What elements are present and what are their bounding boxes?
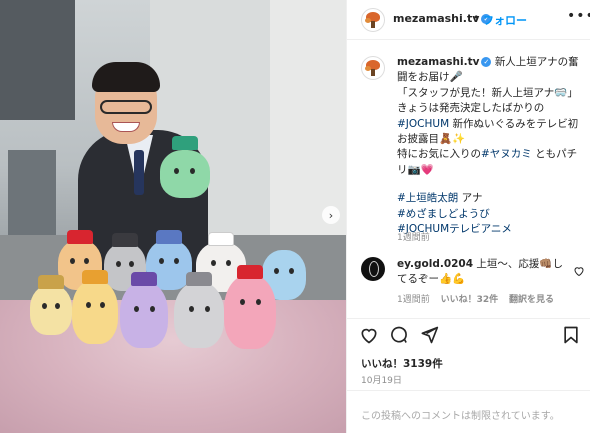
comment-meta: 1週間前 いいね！32件 翻訳を見る bbox=[397, 292, 562, 305]
person-hair bbox=[92, 62, 160, 92]
plush-blonde bbox=[72, 270, 118, 344]
chevron-right-icon: › bbox=[328, 208, 334, 222]
likes-count[interactable]: いいね！3139件 bbox=[361, 356, 443, 371]
post-header: mezamashi.tv✓ • フォロー ••• bbox=[347, 0, 590, 40]
caption-line: アナ bbox=[461, 192, 483, 205]
caption-line: きょうは発売決定したばかりの bbox=[397, 102, 545, 115]
hashtag-kamigaki[interactable]: #上垣皓太朗 bbox=[397, 192, 458, 204]
plush-pink bbox=[224, 265, 276, 349]
action-bar bbox=[347, 318, 590, 352]
building-window bbox=[8, 150, 56, 240]
commenter-avatar[interactable] bbox=[361, 257, 385, 281]
plush-silver bbox=[174, 272, 224, 348]
building-wall bbox=[270, 0, 346, 270]
see-translation-button[interactable]: 翻訳を見る bbox=[509, 295, 554, 305]
comment-text: ey.gold.0204 上垣〜、応援👊🏽してるぞー👍💪 bbox=[397, 257, 565, 287]
comment-icon[interactable] bbox=[389, 325, 409, 345]
hashtag-mezamashi[interactable]: #めざましどようび bbox=[397, 207, 583, 222]
caption-username[interactable]: mezamashi.tv ✓ bbox=[397, 56, 492, 68]
caption-line: 特にお気に入りの bbox=[397, 148, 481, 161]
avatar[interactable] bbox=[361, 8, 385, 32]
person-glasses bbox=[100, 100, 152, 114]
comment-timestamp[interactable]: 1週間前 bbox=[397, 295, 430, 305]
caption-line: 「スタッフが見た！新人上垣アナ🥽」 bbox=[397, 86, 578, 99]
caption-avatar[interactable] bbox=[361, 56, 385, 80]
building-shadow bbox=[0, 0, 75, 120]
post-date[interactable]: 10月19日 bbox=[361, 373, 402, 386]
comment-username[interactable]: ey.gold.0204 bbox=[397, 258, 473, 270]
plush-purple bbox=[120, 272, 168, 348]
next-image-button[interactable]: › bbox=[322, 206, 340, 224]
more-options-icon[interactable]: ••• bbox=[567, 8, 590, 24]
post-photo[interactable]: › bbox=[0, 0, 346, 433]
comments-restricted-area: この投稿へのコメントは制限されています。 bbox=[347, 390, 590, 433]
hashtag-yanukami[interactable]: #ヤヌカミ bbox=[481, 148, 532, 160]
comments-restricted-notice: この投稿へのコメントは制限されています。 bbox=[361, 411, 560, 422]
comment-like-icon[interactable] bbox=[573, 265, 585, 277]
separator-dot: • bbox=[473, 11, 480, 24]
caption-timestamp[interactable]: 1週間前 bbox=[397, 230, 430, 243]
hashtag-jochum[interactable]: #JOCHUM bbox=[397, 118, 449, 130]
like-icon[interactable] bbox=[359, 325, 379, 345]
post-sidebar: mezamashi.tv✓ • フォロー ••• mezamashi.tv✓ 新… bbox=[346, 0, 590, 433]
share-icon[interactable] bbox=[419, 325, 439, 345]
comment-likes[interactable]: いいね！32件 bbox=[441, 295, 499, 305]
follow-button[interactable]: フォロー bbox=[483, 12, 527, 28]
plush-yellow bbox=[30, 275, 72, 335]
plush-green-held bbox=[160, 136, 210, 198]
verified-icon: ✓ bbox=[481, 57, 492, 67]
caption-text: mezamashi.tv ✓ 新人上垣アナの奮闘をお届け🎤 「スタッフが見た！新人… bbox=[397, 55, 583, 237]
person-tie bbox=[134, 150, 144, 195]
bookmark-icon[interactable] bbox=[561, 325, 581, 345]
